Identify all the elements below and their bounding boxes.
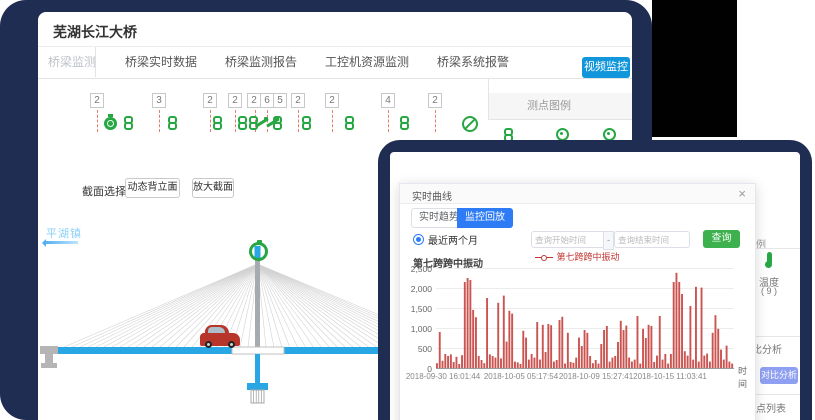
realtime-curve-dialog: 实时曲线 × 实时趋势图 监控回放 最近两个月 - 查询 第七跨跨中振动 第七跨… [399,183,756,420]
tab-2[interactable]: 桥梁实时数据 [125,47,197,77]
radio-label: 最近两个月 [428,232,478,247]
sensor-dash-line [97,110,98,132]
car-image [200,324,240,348]
sensor-count-badge: 2 [228,93,242,108]
chain-link-icon[interactable] [124,116,133,130]
sensor-dash-line [159,110,160,132]
sensor-count-badge: 2 [428,93,442,108]
sensor-dash-line [435,110,436,132]
dialog-title: 实时曲线 [412,188,452,203]
tab-1[interactable]: 桥梁监测 [48,47,96,77]
main-tabbar: 桥梁监测桥梁实时数据桥梁监测报告工控机资源监测桥梁系统报警 [38,47,632,79]
y-tick-label: 1,000 [400,324,432,334]
sensor-count-badge: 2 [90,93,104,108]
close-icon[interactable]: × [738,186,746,201]
sensor-count-badge: 2 [203,93,217,108]
chain-link-icon[interactable] [302,116,311,130]
chevron-down-icon: ▼ [169,179,176,197]
chain-link-icon[interactable] [400,116,409,130]
chart-plot-area [436,268,734,369]
legend-marker-icon [535,255,553,260]
sensor-count-badge: 3 [152,93,166,108]
x-tick-label: 2018-09-30 16:01:44 [406,372,480,381]
sensor-dash-line [332,110,333,132]
page-title: 芜湖长江大桥 [53,22,137,42]
legend-label: 第七跨跨中振动 [556,252,619,262]
sidebar-temp-count: ( 9 ) [752,286,786,296]
y-tick-label: 2,500 [400,264,432,274]
query-end-time-input[interactable] [614,231,690,248]
chart-bars [436,268,734,368]
sensor-count-badge: 6 [260,93,274,108]
sensor-dash-line [388,110,389,132]
x-tick-label: 2018-10-05 05:17:54 [484,372,558,381]
stopwatch-icon[interactable] [104,117,117,130]
y-tick-label: 2,000 [400,284,432,294]
x-tick-label: 2018-10-15 11:03:41 [633,372,707,381]
dialog-header: 实时曲线 × [400,184,755,204]
tab-4[interactable]: 工控机资源监测 [325,47,409,77]
desktop-black-region [652,0,737,137]
car-wheel [205,341,212,348]
legend-panel-title: 测点图例 [527,100,571,112]
tab-5[interactable]: 桥梁系统报警 [437,47,509,77]
zoom-section-button[interactable]: 放大截面 [192,178,234,198]
divider [488,78,489,93]
town-label: 平湖镇 [46,225,82,241]
tab-monitor-playback[interactable]: 监控回放 [457,208,513,228]
sensor-count-badge: 4 [381,93,395,108]
screenshot-canvas: 芜湖长江大桥 桥梁监测桥梁实时数据桥梁监测报告工控机资源监测桥梁系统报警 视频监… [0,0,815,420]
anemometer-icon[interactable] [249,242,268,261]
no-entry-icon[interactable] [462,116,478,132]
sensor-dash-line [210,110,211,132]
legend-panel-header: 测点图例 [488,93,632,120]
car-wheel [228,341,235,348]
x-tick-label: 2018-10-09 15:27:41 [559,372,633,381]
sensor-count-badge: 2 [291,93,305,108]
chain-link-icon[interactable] [273,116,282,130]
secondary-window-frame: 测点图例 温度 ( 9 ) 对比分析 对比分析 全桥测点列表 实时曲线 × 实时… [378,140,812,420]
sensor-dash-line [235,110,236,132]
compare-analysis-button[interactable]: 对比分析 [760,367,798,384]
date-range-separator: - [603,231,614,250]
tab-3[interactable]: 桥梁监测报告 [225,47,297,77]
sensor-count-badge: 2 [247,93,261,108]
chain-link-icon[interactable] [168,116,177,130]
section-select-dropdown[interactable]: 动态背立面 ▼ [125,178,180,198]
radio-last-two-months[interactable] [413,234,424,245]
chain-link-icon[interactable] [238,116,247,130]
secondary-app-window: 测点图例 温度 ( 9 ) 对比分析 对比分析 全桥测点列表 实时曲线 × 实时… [390,152,800,420]
chain-link-icon[interactable] [213,116,222,130]
sensor-count-badge: 2 [325,93,339,108]
sensor-dash-line [298,110,299,132]
x-axis-name: 时间 [738,364,755,390]
sensor-count-badge: 5 [273,93,287,108]
thermometer-icon[interactable] [766,252,773,268]
query-start-time-input[interactable] [531,231,607,248]
video-monitor-button[interactable]: 视频监控 [582,57,630,78]
y-tick-label: 500 [400,344,432,354]
y-tick-label: 1,500 [400,304,432,314]
query-button[interactable]: 查询 [703,230,740,248]
chain-link-icon[interactable] [345,116,354,130]
